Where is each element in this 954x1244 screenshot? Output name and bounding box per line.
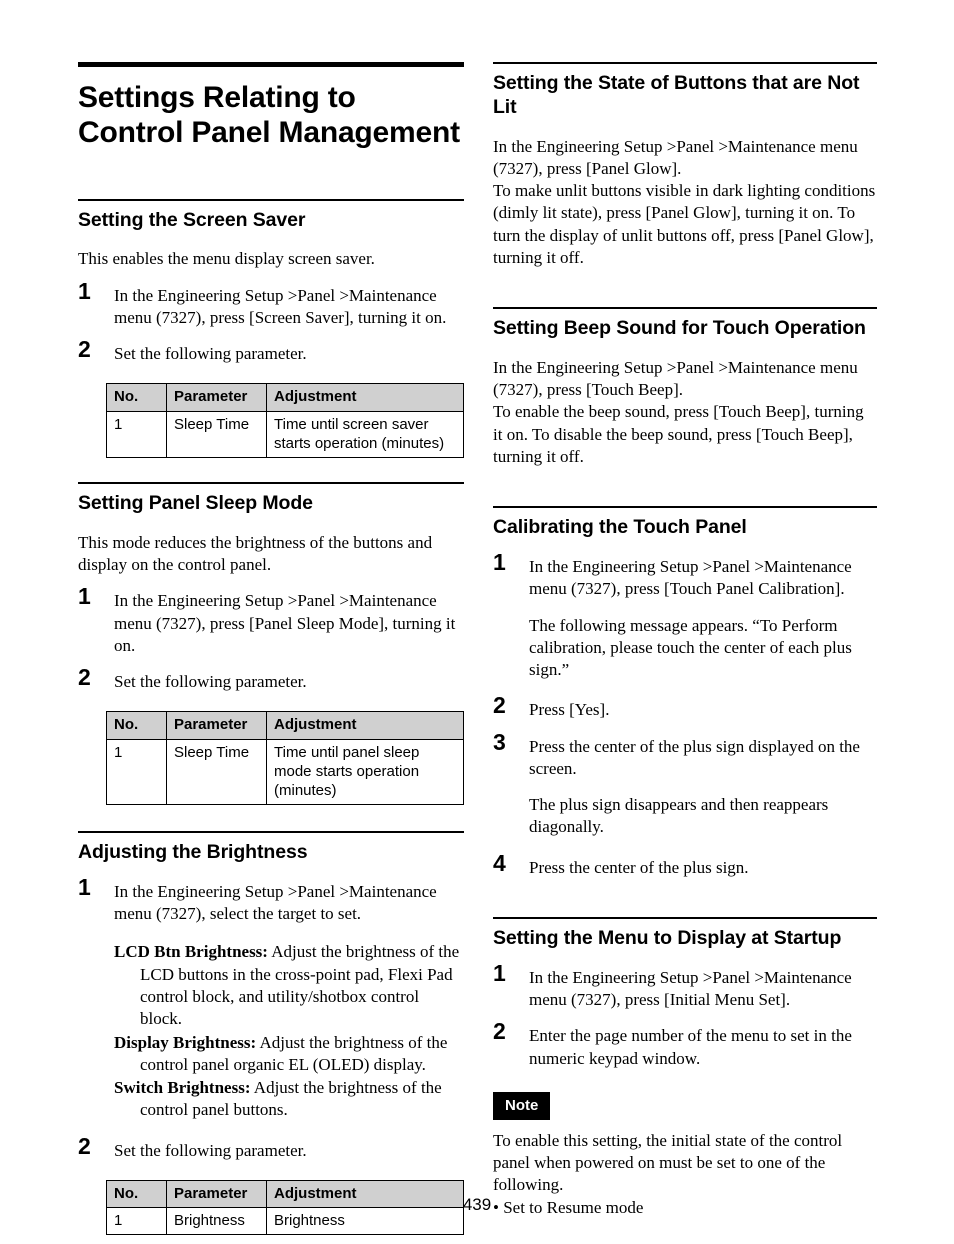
section-heading-screen-saver: Setting the Screen Saver: [78, 208, 306, 231]
title-rule: [78, 62, 464, 67]
step-text: In the Engineering Setup >Panel >Mainten…: [114, 881, 437, 924]
column-header-parameter: Parameter: [166, 711, 267, 740]
step-text: Set the following parameter.: [114, 1140, 307, 1160]
step-text: Set the following parameter.: [114, 344, 307, 364]
section-rule-panel-sleep: [78, 482, 464, 484]
step-text: In the Engineering Setup >Panel >Mainten…: [529, 557, 852, 599]
cell-parameter: Sleep Time: [166, 738, 267, 806]
column-header-adjustment: Adjustment: [266, 711, 464, 740]
note-body: To enable this setting, the initial stat…: [493, 1130, 843, 1195]
step-subtext: The following message appears. “To Perfo…: [529, 615, 852, 680]
cell-no: 1: [106, 738, 167, 806]
step-subtext: The plus sign disappears and then reappe…: [529, 795, 829, 837]
beep-para-1: In the Engineering Setup >Panel >Mainten…: [493, 357, 858, 400]
note-label: Note: [493, 1091, 551, 1120]
calibration-step-2: 2 Press [Yes].: [493, 694, 877, 721]
not-lit-para-1: In the Engineering Setup >Panel >Mainten…: [493, 136, 858, 178]
table-header-row: No. Parameter Adjustment: [106, 711, 464, 740]
step-text: In the Engineering Setup >Panel >Mainten…: [114, 285, 447, 327]
definition-item-switch: Switch Brightness: Adjust the brightness…: [114, 1077, 464, 1122]
parameter-table-screen-saver: No. Parameter Adjustment 1 Sleep Time Ti…: [106, 383, 464, 459]
section-rule-not-lit: [493, 62, 877, 64]
startup-menu-step-2: 2 Enter the page number of the menu to s…: [493, 1020, 877, 1070]
column-header-no: No.: [106, 383, 167, 412]
screen-saver-step-1: 1 In the Engineering Setup >Panel >Maint…: [78, 279, 464, 330]
column-header-parameter: Parameter: [166, 383, 267, 412]
calibration-step-1: 1 In the Engineering Setup >Panel >Maint…: [493, 551, 877, 681]
brightness-step-2: 2 Set the following parameter.: [78, 1134, 464, 1162]
screen-saver-step-2: 2 Set the following parameter.: [78, 338, 464, 365]
step-text: Press the center of the plus sign.: [529, 857, 749, 877]
step-text: Press the center of the plus sign displa…: [529, 736, 860, 778]
step-number: 1: [493, 959, 506, 986]
table-row: 1 Sleep Time Time until screen saver sta…: [106, 410, 464, 459]
section-heading-beep: Setting Beep Sound for Touch Operation: [493, 317, 866, 340]
step-text: In the Engineering Setup >Panel >Mainten…: [529, 967, 852, 1010]
panel-sleep-step-1: 1 In the Engineering Setup >Panel >Maint…: [78, 585, 464, 657]
brightness-step-1: 1 In the Engineering Setup >Panel >Maint…: [78, 875, 464, 1122]
calibration-step-4: 4 Press the center of the plus sign.: [493, 851, 877, 879]
step-text: Press [Yes].: [529, 700, 610, 720]
step-number: 2: [78, 336, 91, 363]
step-text: Enter the page number of the menu to set…: [529, 1026, 852, 1068]
right-column: Setting the State of Buttons that are No…: [493, 62, 877, 1219]
definition-item-display: Display Brightness: Adjust the brightnes…: [114, 1032, 464, 1077]
panel-sleep-step-2: 2 Set the following parameter.: [78, 666, 464, 693]
not-lit-para-2: To make unlit buttons visible in dark li…: [493, 181, 876, 267]
cell-adjustment: Time until screen saver starts operation…: [266, 410, 464, 459]
column-header-no: No.: [106, 711, 167, 740]
step-number: 1: [78, 583, 91, 610]
section-rule-beep: [493, 307, 877, 310]
step-number: 2: [493, 692, 506, 719]
table-row: 1 Sleep Time Time until panel sleep mode…: [106, 738, 464, 806]
step-text: Set the following parameter.: [114, 672, 307, 692]
beep-para-2: To enable the beep sound, press [Touch B…: [493, 402, 864, 466]
brightness-definition-list: LCD Btn Brightness: Adjust the brightnes…: [114, 941, 464, 1121]
section-heading-calibration: Calibrating the Touch Panel: [493, 516, 747, 539]
page-title: Settings Relating to Control Panel Manag…: [78, 81, 460, 149]
section-heading-brightness: Adjusting the Brightness: [78, 841, 308, 864]
definition-item-lcd-btn: LCD Btn Brightness: Adjust the brightnes…: [114, 941, 464, 1030]
step-number: 1: [493, 549, 506, 576]
step-number: 3: [493, 728, 506, 755]
step-number: 2: [78, 1132, 91, 1159]
definition-term: Display Brightness:: [114, 1032, 257, 1052]
column-header-adjustment: Adjustment: [266, 383, 464, 412]
step-number: 2: [78, 664, 91, 691]
parameter-table-panel-sleep: No. Parameter Adjustment 1 Sleep Time Ti…: [106, 711, 464, 806]
definition-term: LCD Btn Brightness:: [114, 942, 268, 962]
startup-menu-step-1: 1 In the Engineering Setup >Panel >Maint…: [493, 961, 877, 1012]
step-number: 2: [493, 1018, 506, 1045]
section-rule-brightness: [78, 831, 464, 834]
step-text: In the Engineering Setup >Panel >Mainten…: [114, 591, 456, 655]
table-header-row: No. Parameter Adjustment: [106, 383, 464, 412]
panel-sleep-intro: This mode reduces the brightness of the …: [78, 532, 433, 575]
section-heading-panel-sleep: Setting Panel Sleep Mode: [78, 492, 313, 514]
section-heading-startup-menu: Setting the Menu to Display at Startup: [493, 926, 842, 949]
left-column: Settings Relating to Control Panel Manag…: [78, 62, 464, 1236]
definition-term: Switch Brightness:: [114, 1078, 251, 1098]
step-number: 1: [78, 873, 91, 900]
cell-adjustment: Time until panel sleep mode starts opera…: [266, 738, 464, 806]
document-page: Settings Relating to Control Panel Manag…: [0, 0, 954, 1244]
section-heading-not-lit: Setting the State of Buttons that are No…: [493, 72, 860, 118]
step-number: 1: [78, 277, 91, 304]
cell-parameter: Sleep Time: [166, 410, 267, 459]
screen-saver-intro: This enables the menu display screen sav…: [78, 249, 375, 269]
calibration-step-3: 3 Press the center of the plus sign disp…: [493, 730, 877, 839]
section-rule-startup-menu: [493, 916, 877, 919]
section-rule-screen-saver: [78, 198, 464, 201]
section-rule-calibration: [493, 506, 877, 509]
cell-no: 1: [106, 410, 167, 459]
page-number: 439: [462, 1195, 492, 1214]
step-number: 4: [493, 849, 506, 876]
